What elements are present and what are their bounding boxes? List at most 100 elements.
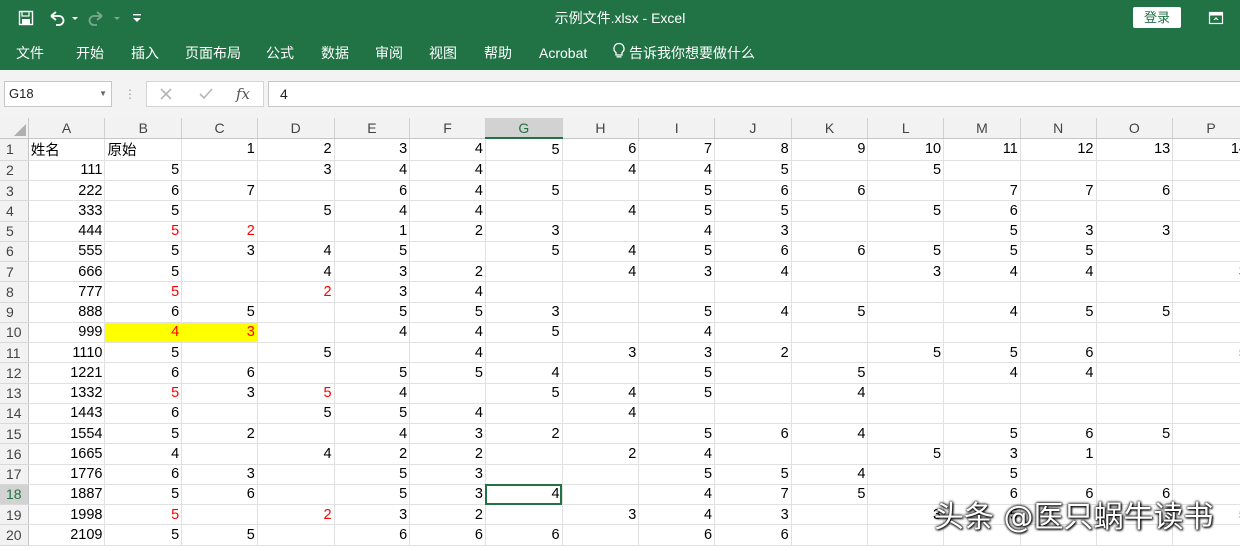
- cell-g18[interactable]: 4: [485, 484, 563, 506]
- cell-b20[interactable]: 5: [104, 524, 183, 546]
- cell-l9[interactable]: [867, 302, 945, 323]
- cell-l2[interactable]: 5: [867, 160, 945, 182]
- cell-d20[interactable]: [257, 524, 335, 546]
- cell-k8[interactable]: [791, 281, 869, 303]
- cell-b12[interactable]: 6: [104, 362, 183, 384]
- cell-p5[interactable]: [1172, 221, 1240, 242]
- row-header[interactable]: 19: [0, 504, 29, 526]
- cell-f6[interactable]: [409, 241, 486, 263]
- cell-k13[interactable]: 4: [791, 383, 869, 404]
- row-header[interactable]: 15: [0, 423, 29, 445]
- tab-file[interactable]: 文件: [16, 36, 44, 70]
- cell-h20[interactable]: [562, 524, 640, 546]
- cell-n12[interactable]: 4: [1020, 362, 1097, 384]
- cell-d13[interactable]: 5: [257, 383, 335, 404]
- cell-e12[interactable]: 5: [334, 362, 411, 384]
- cell-n3[interactable]: 7: [1020, 180, 1097, 202]
- cell-c3[interactable]: 7: [181, 180, 258, 202]
- cell-m16[interactable]: 3: [943, 443, 1021, 465]
- cell-d19[interactable]: 2: [257, 504, 335, 526]
- cell-p6[interactable]: [1172, 241, 1240, 263]
- cell-j6[interactable]: 6: [714, 241, 792, 263]
- cell-f5[interactable]: 2: [409, 221, 486, 242]
- cell-j11[interactable]: 2: [714, 342, 792, 364]
- cell-k16[interactable]: [791, 443, 869, 465]
- cell-o2[interactable]: [1096, 160, 1174, 182]
- cell-p3[interactable]: [1172, 180, 1240, 202]
- cell-k11[interactable]: [791, 342, 869, 364]
- cell-k15[interactable]: 4: [791, 423, 869, 445]
- cell-j5[interactable]: 3: [714, 221, 792, 242]
- column-header-p[interactable]: P: [1172, 118, 1240, 139]
- cell-f4[interactable]: 4: [409, 200, 486, 222]
- cell-d16[interactable]: 4: [257, 443, 335, 465]
- cell-c5[interactable]: 2: [181, 221, 258, 242]
- row-header[interactable]: 7: [0, 261, 29, 283]
- cell-n17[interactable]: [1020, 464, 1097, 485]
- cell-d9[interactable]: [257, 302, 335, 323]
- cell-f11[interactable]: 4: [409, 342, 486, 364]
- cell-n5[interactable]: 3: [1020, 221, 1097, 242]
- cell-l5[interactable]: [867, 221, 945, 242]
- cell-b2[interactable]: 5: [104, 160, 183, 182]
- row-header[interactable]: 3: [0, 180, 29, 202]
- cell-k5[interactable]: [791, 221, 869, 242]
- cell-e17[interactable]: 5: [334, 464, 411, 485]
- column-header-b[interactable]: B: [104, 118, 183, 139]
- cell-g4[interactable]: [485, 200, 563, 222]
- cell-a10[interactable]: 999: [28, 322, 106, 344]
- cell-e7[interactable]: 3: [334, 261, 411, 283]
- cell-n2[interactable]: [1020, 160, 1097, 182]
- cell-f7[interactable]: 2: [409, 261, 486, 283]
- cell-o5[interactable]: 3: [1096, 221, 1174, 242]
- cell-k14[interactable]: [791, 403, 869, 425]
- cell-i4[interactable]: 5: [638, 200, 716, 222]
- row-header[interactable]: 16: [0, 443, 29, 465]
- row-header[interactable]: 6: [0, 241, 29, 263]
- cell-d11[interactable]: 5: [257, 342, 335, 364]
- cell-b8[interactable]: 5: [104, 281, 183, 303]
- column-header-a[interactable]: A: [28, 118, 106, 139]
- row-header[interactable]: 2: [0, 160, 29, 182]
- cell-l10[interactable]: [867, 322, 945, 344]
- cell-c8[interactable]: [181, 281, 258, 303]
- row-header[interactable]: 12: [0, 362, 29, 384]
- cell-m15[interactable]: 5: [943, 423, 1021, 445]
- cancel-icon[interactable]: [158, 86, 174, 107]
- cell-g13[interactable]: 5: [485, 383, 563, 404]
- cell-g15[interactable]: 2: [485, 423, 563, 445]
- cell-f10[interactable]: 4: [409, 322, 486, 344]
- cell-p10[interactable]: [1172, 322, 1240, 344]
- cell-i8[interactable]: [638, 281, 716, 303]
- cell-e13[interactable]: 4: [334, 383, 411, 404]
- cell-l11[interactable]: 5: [867, 342, 945, 364]
- cell-g17[interactable]: [485, 464, 563, 485]
- cell-k3[interactable]: 6: [791, 180, 869, 202]
- cell-n14[interactable]: [1020, 403, 1097, 425]
- cell-o1[interactable]: 13: [1096, 138, 1174, 161]
- cell-m11[interactable]: 5: [943, 342, 1021, 364]
- cell-p4[interactable]: [1172, 200, 1240, 222]
- cell-a12[interactable]: 1221: [28, 362, 106, 384]
- cell-e2[interactable]: 4: [334, 160, 411, 182]
- cell-h13[interactable]: 4: [562, 383, 640, 404]
- cell-j14[interactable]: [714, 403, 792, 425]
- cell-o3[interactable]: 6: [1096, 180, 1174, 202]
- cell-h4[interactable]: 4: [562, 200, 640, 222]
- cell-e14[interactable]: 5: [334, 403, 411, 425]
- cell-h15[interactable]: [562, 423, 640, 445]
- cell-e10[interactable]: 4: [334, 322, 411, 344]
- cell-j20[interactable]: 6: [714, 524, 792, 546]
- tab-view[interactable]: 视图: [429, 36, 457, 70]
- cell-a5[interactable]: 444: [28, 221, 106, 242]
- cell-g7[interactable]: [485, 261, 563, 283]
- cell-p16[interactable]: [1172, 443, 1240, 465]
- row-header[interactable]: 10: [0, 322, 29, 344]
- cell-h5[interactable]: [562, 221, 640, 242]
- row-header[interactable]: 11: [0, 342, 29, 364]
- cell-a13[interactable]: 1332: [28, 383, 106, 404]
- cell-g19[interactable]: [485, 504, 563, 526]
- name-box[interactable]: G18 ▼: [4, 81, 112, 107]
- cell-n4[interactable]: [1020, 200, 1097, 222]
- cell-e5[interactable]: 1: [334, 221, 411, 242]
